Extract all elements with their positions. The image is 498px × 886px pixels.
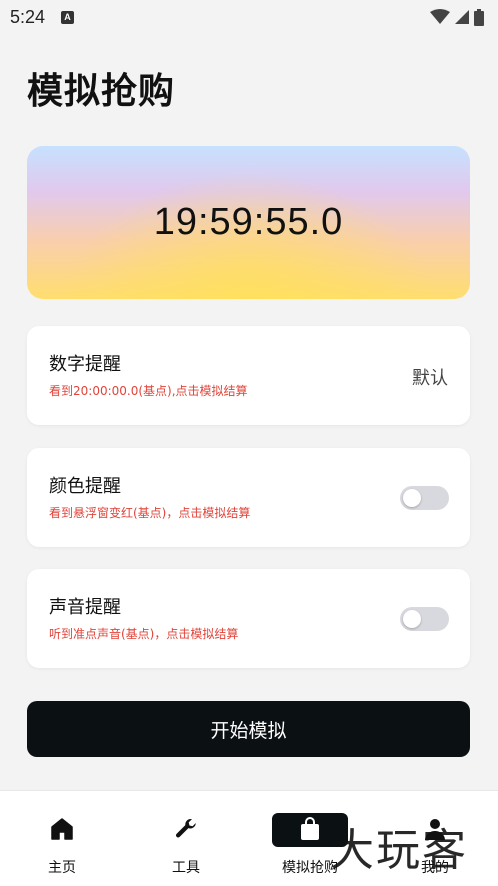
- timer-display: 19:59:55.0: [153, 201, 344, 243]
- wifi-icon: [430, 9, 450, 24]
- number-reminder-value[interactable]: 默认: [412, 364, 448, 390]
- page-title: 模拟抢购: [27, 71, 176, 112]
- color-reminder-description: 看到悬浮窗变红(基点)，点击模拟结算: [49, 506, 251, 520]
- number-reminder-card[interactable]: 数字提醒 看到20:00:00.0(基点),点击模拟结算 默认: [27, 326, 470, 425]
- sound-reminder-toggle[interactable]: [400, 607, 449, 631]
- color-reminder-title: 颜色提醒: [49, 476, 121, 497]
- bottom-nav: 主页 工具 模拟抢购 我的: [0, 790, 498, 886]
- nav-label-simulate-purchase: 模拟抢购: [282, 860, 338, 876]
- user-icon: [421, 815, 449, 843]
- nav-item-profile[interactable]: 我的: [373, 791, 497, 886]
- status-time: 5:24: [10, 6, 46, 27]
- nav-item-tools[interactable]: 工具: [124, 791, 248, 886]
- number-reminder-description: 看到20:00:00.0(基点),点击模拟结算: [49, 384, 248, 398]
- start-simulation-button[interactable]: 开始模拟: [27, 701, 470, 757]
- color-reminder-card: 颜色提醒 看到悬浮窗变红(基点)，点击模拟结算: [27, 448, 470, 547]
- wrench-icon: [172, 815, 200, 843]
- nav-label-home: 主页: [48, 860, 76, 876]
- shopping-bag-icon: [296, 815, 324, 843]
- toggle-knob: [403, 489, 421, 507]
- notification-app-icon: A: [61, 10, 75, 24]
- color-reminder-toggle[interactable]: [400, 486, 449, 510]
- toggle-knob: [403, 610, 421, 628]
- nav-label-profile: 我的: [421, 860, 449, 876]
- cellular-signal-icon: [455, 10, 469, 24]
- timer-card: 19:59:55.0: [27, 146, 470, 299]
- sound-reminder-card: 声音提醒 听到准点声音(基点)，点击模拟结算: [27, 569, 470, 668]
- nav-item-home[interactable]: 主页: [0, 791, 124, 886]
- sound-reminder-description: 听到准点声音(基点)，点击模拟结算: [49, 627, 239, 641]
- sound-reminder-title: 声音提醒: [49, 597, 121, 618]
- number-reminder-title: 数字提醒: [49, 354, 121, 375]
- status-indicators: [430, 8, 484, 26]
- home-icon: [48, 815, 76, 843]
- nav-label-tools: 工具: [172, 860, 200, 876]
- status-bar: 5:24 A: [0, 0, 498, 34]
- nav-item-simulate-purchase[interactable]: 模拟抢购: [248, 791, 372, 886]
- battery-icon: [474, 8, 484, 26]
